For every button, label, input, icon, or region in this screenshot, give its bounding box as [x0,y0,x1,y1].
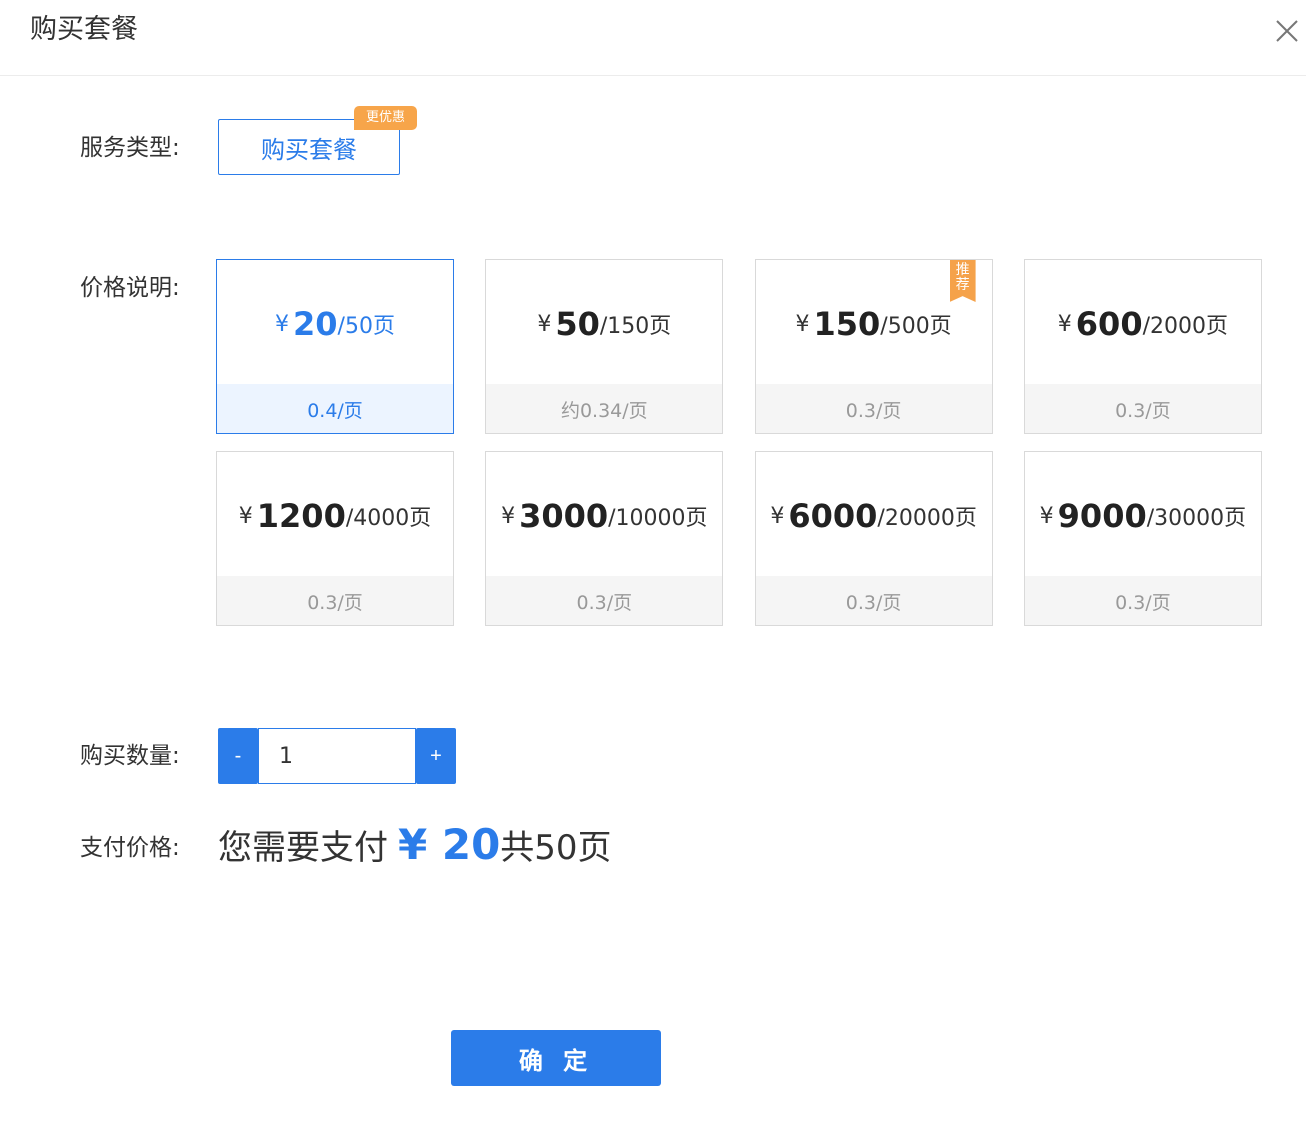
package-price-area: ¥9000/30000页 [1025,452,1261,576]
package-unit-price: 0.3/页 [1024,384,1261,433]
package-pages: /10000页 [608,506,708,531]
currency-symbol: ¥ [795,311,810,337]
package-pages: /4000页 [345,506,432,531]
package-card[interactable]: ¥600/2000页 0.3/页 [1023,259,1262,434]
package-price-area: ¥600/2000页 [1025,260,1261,384]
dialog-title: 购买套餐 [30,14,138,45]
quantity-increment-button[interactable]: + [416,728,456,784]
quantity-label: 购买数量: [80,743,180,769]
package-price-area: ¥20/50页 [217,260,453,384]
package-price: 9000 [1057,497,1147,535]
package-price-area: ¥1200/4000页 [217,452,453,576]
package-pages: /30000页 [1146,506,1247,531]
package-card[interactable]: ¥3000/10000页 0.3/页 [485,451,724,626]
package-pages: /500页 [880,314,952,339]
currency-symbol: ¥ [501,503,516,529]
package-unit-price: 0.3/页 [755,576,992,625]
package-card[interactable]: ¥1200/4000页 0.3/页 [216,451,454,626]
package-card[interactable]: ¥9000/30000页 0.3/页 [1023,451,1262,626]
service-type-button-label: 购买套餐 [261,135,357,164]
payment-prefix: 您需要支付 [218,828,388,868]
package-unit-price: 0.3/页 [755,384,992,433]
quantity-decrement-button[interactable]: - [218,728,258,784]
package-price-area: ¥3000/10000页 [486,452,722,576]
payment-label: 支付价格: [80,835,180,861]
currency-symbol: ¥ [238,503,253,529]
currency-symbol: ¥ [537,311,552,337]
package-card[interactable]: ¥6000/20000页 0.3/页 [754,451,993,626]
dialog-header: 购买套餐 [0,0,1306,76]
confirm-button[interactable]: 确 定 [451,1030,661,1086]
package-card[interactable]: 推荐 ¥150/500页 0.3/页 [754,259,993,434]
package-pages: /2000页 [1142,314,1228,339]
package-pages: /20000页 [877,506,977,531]
package-pages: /50页 [337,314,395,339]
package-price-area: ¥50/150页 [486,260,722,384]
payment-amount: ¥ 20 [398,820,501,869]
package-price-area: ¥6000/20000页 [756,452,992,576]
payment-summary: 您需要支付 ¥ 20 共50页 [218,820,612,869]
service-type-label: 服务类型: [80,135,180,161]
recommend-badge: 推荐 [949,260,976,302]
package-unit-price: 约0.34/页 [486,384,723,433]
package-grid: ¥20/50页 0.4/页 ¥50/150页 约0.34/页 推荐 ¥150/5… [216,259,1264,626]
price-description-label: 价格说明: [80,275,180,301]
package-price: 3000 [519,497,609,535]
package-unit-price: 0.4/页 [217,384,453,433]
currency-symbol: ¥ [275,311,290,337]
payment-suffix: 共50页 [500,828,612,868]
currency-symbol: ¥ [1039,503,1054,529]
package-card[interactable]: ¥20/50页 0.4/页 [216,259,454,434]
package-price: 1200 [256,497,346,535]
package-price: 20 [293,305,338,343]
package-unit-price: 0.3/页 [1024,576,1261,625]
package-price: 600 [1075,305,1143,343]
package-price: 150 [813,305,881,343]
currency-symbol: ¥ [1057,311,1072,337]
close-icon[interactable] [1272,16,1302,46]
package-price: 6000 [788,497,878,535]
package-price: 50 [555,305,600,343]
discount-badge: 更优惠 [354,106,417,130]
package-card[interactable]: ¥50/150页 约0.34/页 [485,259,724,434]
quantity-input[interactable] [258,728,416,784]
package-pages: /150页 [599,314,672,339]
package-unit-price: 0.3/页 [217,576,453,625]
package-unit-price: 0.3/页 [486,576,723,625]
currency-symbol: ¥ [770,503,785,529]
